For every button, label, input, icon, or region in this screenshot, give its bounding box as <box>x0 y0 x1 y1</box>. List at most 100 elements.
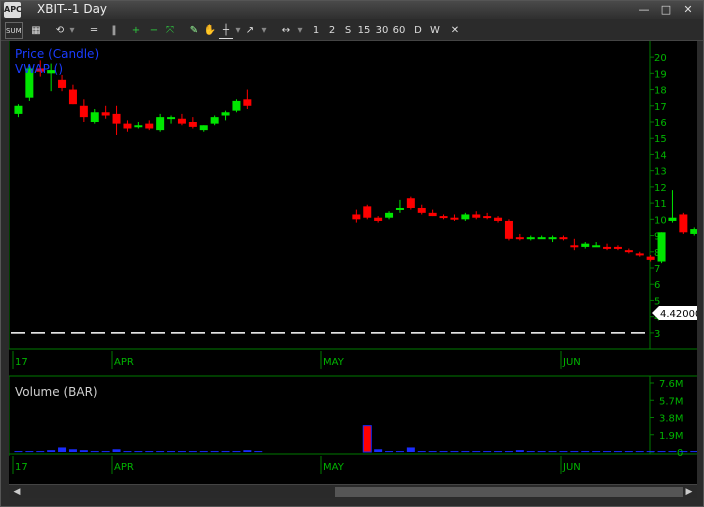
candle-body <box>395 207 404 210</box>
candles <box>14 60 697 264</box>
price-legend: Price (Candle) VWAP () <box>15 47 99 76</box>
candle-body <box>613 246 622 249</box>
minimize-button[interactable]: — <box>635 2 653 17</box>
candle-body <box>58 79 67 88</box>
period-30-button[interactable]: 30 <box>375 22 389 39</box>
scroll-thumb[interactable] <box>335 487 683 497</box>
volume-bar <box>570 451 579 453</box>
volume-bar <box>450 451 459 453</box>
x-tick-label: APR <box>114 462 134 473</box>
candle-body <box>592 245 601 248</box>
candle-body <box>90 112 99 122</box>
title-bar[interactable]: APC XBIT--1 Day — □ ✕ <box>1 1 703 19</box>
x-tick-label: 17 <box>15 462 28 473</box>
candle-body <box>537 237 546 240</box>
candle-body <box>472 214 481 218</box>
price-y-tick-label: 18 <box>654 86 667 97</box>
volume-bar <box>385 451 394 453</box>
candle-body <box>461 214 470 220</box>
zoom-in-icon[interactable]: + <box>129 22 143 39</box>
volume-bar <box>68 449 77 452</box>
candle-body <box>79 105 88 118</box>
volume-bar <box>406 447 415 452</box>
price-x-axis: 17 APR MAY JUN <box>12 351 581 369</box>
candle-body <box>68 89 77 105</box>
trendline-icon[interactable]: ↗ <box>243 22 257 39</box>
candle-body <box>232 100 241 111</box>
candle-body <box>417 207 426 213</box>
period-s-button[interactable]: S <box>341 22 355 39</box>
horizontal-split-icon[interactable]: ═ <box>87 22 101 39</box>
candle-body <box>646 256 655 260</box>
price-y-tick-label: 19 <box>654 69 667 80</box>
volume-y-tick-label: 0 <box>677 448 683 459</box>
price-y-tick-label: 13 <box>654 167 667 178</box>
draw-icon[interactable]: ✎ <box>187 22 201 39</box>
chart-area[interactable]: 34567891011121314151617181920 17APRMAYJU… <box>9 41 697 484</box>
volume-bar <box>504 451 513 453</box>
period-1-button[interactable]: 1 <box>309 22 323 39</box>
candle-body <box>145 123 154 129</box>
scroll-left-icon[interactable]: ◀ <box>11 486 23 498</box>
candle-body <box>112 113 121 124</box>
price-y-tick-label: 5 <box>654 296 660 307</box>
scroll-right-icon[interactable]: ▶ <box>683 486 695 498</box>
trendline-dropdown-icon[interactable]: ▾ <box>257 22 271 39</box>
volume-bar <box>188 451 197 453</box>
sum-button[interactable]: SUM <box>5 22 23 39</box>
candle-body <box>494 217 503 221</box>
period-60-button[interactable]: 60 <box>392 22 406 39</box>
volume-bar <box>515 450 524 452</box>
scroll-dropdown-icon[interactable]: ▾ <box>293 22 307 39</box>
candle-body <box>406 198 415 208</box>
volume-bars <box>14 425 697 453</box>
candle-body <box>603 246 612 249</box>
candle-body <box>515 237 524 240</box>
volume-bar <box>494 451 503 453</box>
legend-vwap: VWAP () <box>15 62 63 76</box>
undo-dropdown-icon[interactable]: ▾ <box>65 22 79 39</box>
period-day-button[interactable]: D <box>411 22 425 39</box>
volume-bar <box>101 451 110 453</box>
price-y-tick-label: 16 <box>654 118 667 129</box>
period-15-button[interactable]: 15 <box>357 22 371 39</box>
price-y-tick-label: 7 <box>654 264 660 275</box>
candle-body <box>668 217 677 221</box>
volume-bar <box>14 451 23 453</box>
candle-body <box>504 220 513 239</box>
layout-icon[interactable]: ▦ <box>29 22 43 39</box>
period-week-button[interactable]: W <box>428 22 442 39</box>
vertical-split-icon[interactable]: ‖ <box>107 22 121 39</box>
scroll-arrows-icon[interactable]: ↔ <box>279 22 293 39</box>
legend-volume: Volume (BAR) <box>15 385 98 399</box>
horizontal-scrollbar[interactable]: ◀ ▶ <box>9 484 697 498</box>
volume-bar <box>428 451 437 453</box>
price-y-tick-label: 12 <box>654 183 667 194</box>
volume-bar <box>679 451 688 453</box>
volume-bar <box>58 447 67 452</box>
period-2-button[interactable]: 2 <box>325 22 339 39</box>
close-toolbar-icon[interactable]: ✕ <box>448 22 462 39</box>
price-y-tick-label: 11 <box>654 199 667 210</box>
volume-bar <box>417 451 426 453</box>
volume-bar <box>483 451 492 453</box>
app-icon: APC <box>4 2 22 18</box>
price-y-tick-label: 3 <box>654 329 660 340</box>
close-button[interactable]: ✕ <box>679 2 697 17</box>
volume-bar <box>690 451 697 453</box>
volume-x-axis: 17 APR MAY JUN <box>12 456 581 474</box>
restore-button[interactable]: □ <box>657 2 675 17</box>
window-title: XBIT--1 Day <box>37 2 108 16</box>
x-tick-label: JUN <box>562 357 581 368</box>
fit-icon[interactable]: ⤧ <box>163 22 177 39</box>
volume-bar <box>47 450 56 452</box>
volume-bar <box>362 425 372 453</box>
candle-body <box>167 117 176 120</box>
volume-bar <box>657 451 666 453</box>
zoom-out-icon[interactable]: − <box>147 22 161 39</box>
candle-body <box>657 232 666 262</box>
toolbar: SUM ▦ ⟲ ▾ ═ ‖ + − ⤧ ✎ ✋ ┼ ▾ ↗ ▾ ↔ ▾ 1 2 … <box>1 20 703 41</box>
pan-hand-icon[interactable]: ✋ <box>203 22 217 39</box>
candle-body <box>210 117 219 124</box>
candle-body <box>624 250 633 253</box>
